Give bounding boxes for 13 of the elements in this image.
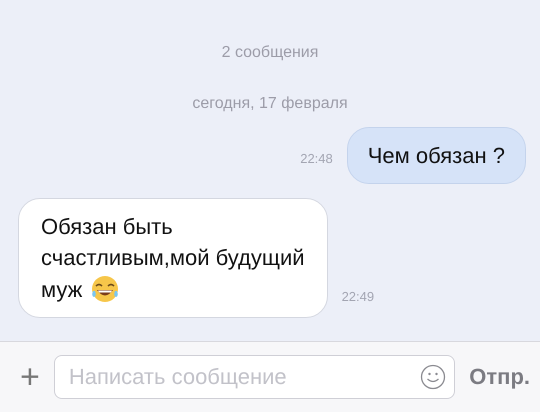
message-text: Обязан быть (41, 213, 173, 242)
message-time: 22:49 (342, 288, 374, 304)
message-text: Чем обязан ? (368, 142, 505, 170)
message-field[interactable]: Написать сообщение (54, 355, 456, 399)
message-text: счастливым,мой будущий (41, 244, 305, 272)
smiley-icon[interactable] (420, 364, 446, 390)
laughing-emoji-icon (90, 274, 120, 304)
attach-button[interactable]: + (20, 360, 40, 394)
message-text: муж (41, 276, 82, 304)
send-button[interactable]: Отпр. (469, 364, 530, 390)
message-time: 22:48 (300, 151, 333, 166)
message-count: 2 сообщения (220, 44, 320, 62)
date-label: сегодня, 17 февраля (191, 95, 349, 113)
